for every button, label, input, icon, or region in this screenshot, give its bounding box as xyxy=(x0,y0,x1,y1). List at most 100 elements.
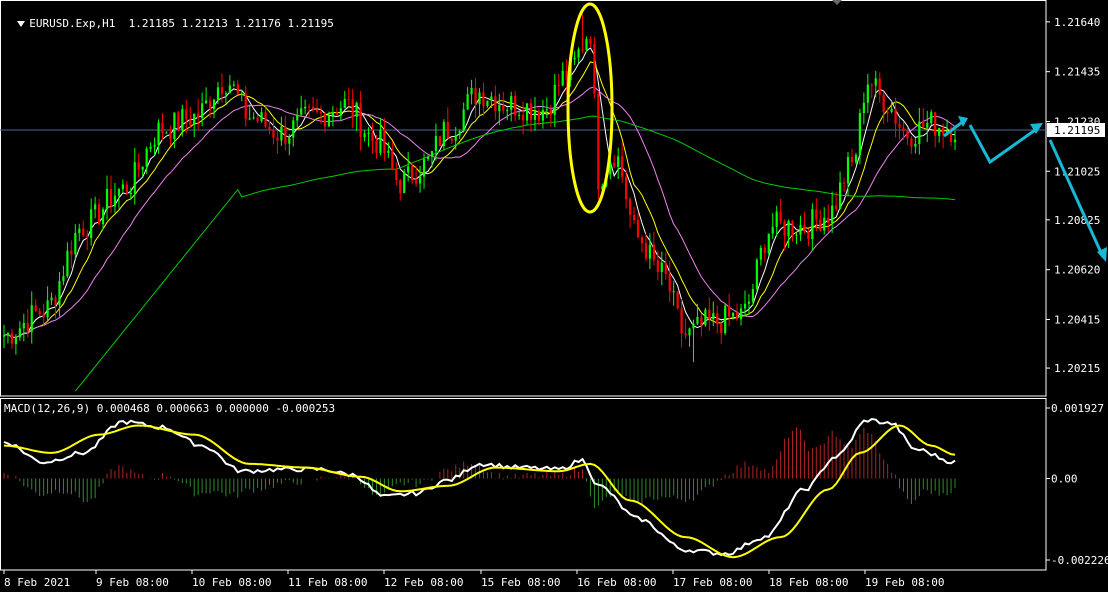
candle-body xyxy=(807,231,810,239)
candle-body xyxy=(153,145,156,147)
candle-body xyxy=(228,85,231,94)
candle-body xyxy=(256,117,259,122)
time-tick-label: 11 Feb 08:00 xyxy=(288,576,367,589)
candle-body xyxy=(815,209,818,220)
candle-body xyxy=(930,112,933,124)
candle-body xyxy=(533,111,537,120)
candle-body xyxy=(835,205,838,209)
candle-body xyxy=(684,333,687,336)
candle-body xyxy=(418,176,422,184)
candle-body xyxy=(54,297,57,305)
candle-body xyxy=(779,211,782,222)
candle-body xyxy=(938,127,941,136)
candle-body xyxy=(914,143,917,147)
candle-body xyxy=(632,214,636,220)
candle-body xyxy=(149,146,152,149)
time-tick-label: 10 Feb 08:00 xyxy=(192,576,271,589)
candle-body xyxy=(244,93,247,120)
candle-body xyxy=(537,111,541,121)
candle-body xyxy=(189,119,192,125)
annotations xyxy=(566,2,1107,262)
candle-body xyxy=(672,291,675,293)
candle-body xyxy=(498,104,501,112)
chart-canvas[interactable]: 1.216401.214351.212301.210251.208251.206… xyxy=(0,0,1108,592)
time-tick-label: 18 Feb 08:00 xyxy=(769,576,848,589)
candle-body xyxy=(70,250,73,255)
macd-tick-label: -0.002226 xyxy=(1051,554,1108,567)
candle-body xyxy=(26,322,29,332)
price-tick-label: 1.21640 xyxy=(1054,16,1100,29)
candle-body xyxy=(660,262,663,272)
candle-body xyxy=(910,138,913,147)
candle-body xyxy=(347,99,350,101)
candle-body xyxy=(276,137,279,141)
price-tick-label: 1.20415 xyxy=(1054,313,1100,326)
candle-body xyxy=(181,109,184,131)
candle-body xyxy=(850,156,854,163)
candle-body xyxy=(652,244,655,261)
candle-body xyxy=(625,176,628,200)
candle-body xyxy=(842,182,846,184)
candle-body xyxy=(874,78,877,86)
candle-body xyxy=(185,109,188,120)
candle-body xyxy=(105,189,109,210)
candle-body xyxy=(474,88,477,105)
price-tick-label: 1.20215 xyxy=(1054,362,1100,375)
candle-body xyxy=(442,121,445,147)
candle-body xyxy=(6,332,10,336)
candle-body xyxy=(454,135,457,141)
candle-body xyxy=(292,120,295,138)
ma-long-line xyxy=(74,115,956,392)
candle-body xyxy=(676,291,679,309)
candle-body xyxy=(355,102,358,117)
candle-body xyxy=(331,112,334,116)
candle-body xyxy=(708,309,711,320)
candle-body xyxy=(942,127,945,135)
time-axis: 8 Feb 2021 9 Feb 08:00 10 Feb 08:00 11 Feb … xyxy=(3,570,944,589)
macd-panel: 0.001927 0.00 -0.002226 xyxy=(3,402,1108,567)
candle-body xyxy=(724,305,727,334)
candle-body xyxy=(478,92,481,105)
candle-body xyxy=(470,88,473,95)
candle-body xyxy=(125,184,128,195)
time-tick-label: 17 Feb 08:00 xyxy=(673,576,752,589)
candle-body xyxy=(494,96,497,112)
candle-body xyxy=(716,313,719,324)
candle-body xyxy=(101,209,105,225)
candlesticks xyxy=(2,14,957,362)
candle-body xyxy=(846,156,850,184)
candle-body xyxy=(50,297,53,301)
candle-body xyxy=(680,308,683,334)
candle-body xyxy=(371,132,374,142)
candle-body xyxy=(838,182,842,209)
candle-body xyxy=(506,109,509,111)
macd-line xyxy=(3,417,956,557)
macd-tick-label: 0.001927 xyxy=(1051,402,1104,415)
candle-body xyxy=(327,115,331,127)
candle-body xyxy=(704,309,707,325)
candle-body xyxy=(117,189,121,196)
candle-body xyxy=(46,300,49,318)
time-tick-label: 9 Feb 08:00 xyxy=(96,576,169,589)
candle-body xyxy=(335,112,338,115)
candle-body xyxy=(482,92,485,106)
candle-body xyxy=(902,127,905,131)
candle-body xyxy=(173,112,176,140)
candle-body xyxy=(783,221,786,237)
candle-body xyxy=(577,49,580,58)
candle-body xyxy=(66,250,69,277)
candle-body xyxy=(18,328,21,338)
candle-body xyxy=(613,162,616,167)
candle-body xyxy=(434,136,438,152)
candle-body xyxy=(359,102,362,138)
candle-body xyxy=(803,225,806,232)
candle-body xyxy=(732,312,735,317)
candle-body xyxy=(415,180,418,184)
candle-body xyxy=(379,129,382,153)
candle-body xyxy=(636,219,640,238)
candle-body xyxy=(129,192,132,195)
candle-body xyxy=(890,108,893,112)
candle-body xyxy=(787,220,790,237)
candle-body xyxy=(86,235,89,239)
time-tick-label: 15 Feb 08:00 xyxy=(481,576,560,589)
